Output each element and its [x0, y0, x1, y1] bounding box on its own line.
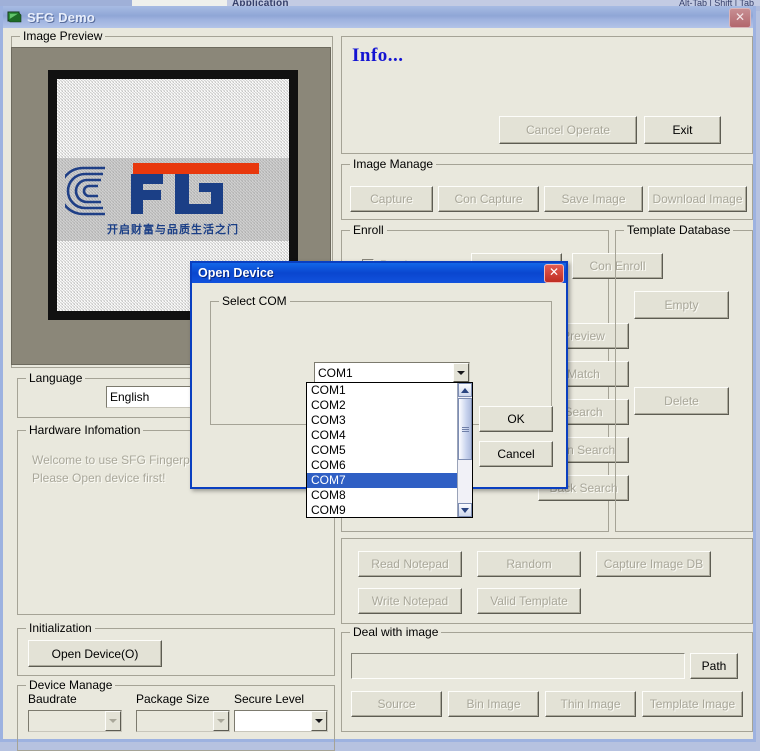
- download-image-button[interactable]: Download Image: [648, 186, 747, 212]
- save-image-button[interactable]: Save Image: [544, 186, 643, 212]
- com-combo-value: COM1: [315, 366, 453, 380]
- info-group: Info... Cancel Operate Exit: [341, 36, 753, 154]
- window-title: SFG Demo: [27, 10, 95, 25]
- delete-button[interactable]: Delete: [634, 387, 729, 415]
- com-option-com2[interactable]: COM2: [307, 398, 457, 413]
- deal-with-image-title: Deal with image: [350, 625, 441, 639]
- baudrate-label: Baudrate: [28, 692, 77, 706]
- chevron-down-icon[interactable]: [105, 711, 121, 731]
- language-title: Language: [26, 371, 85, 385]
- close-icon[interactable]: ✕: [729, 8, 751, 28]
- scrollbar-grip: [462, 427, 469, 432]
- dialog-titlebar[interactable]: Open Device ✕: [192, 263, 566, 283]
- con-capture-button[interactable]: Con Capture: [438, 186, 539, 212]
- secure-level-combo[interactable]: [234, 710, 328, 732]
- read-notepad-button[interactable]: Read Notepad: [358, 551, 462, 577]
- cancel-button[interactable]: Cancel: [479, 441, 553, 467]
- source-button[interactable]: Source: [351, 691, 442, 717]
- hardware-information-title: Hardware Infomation: [26, 423, 143, 437]
- scroll-up-icon[interactable]: [458, 383, 472, 397]
- deal-with-image-group: Deal with image Path Source Bin Image Th…: [341, 632, 753, 732]
- chevron-down-icon[interactable]: [213, 711, 229, 731]
- template-image-button[interactable]: Template Image: [642, 691, 743, 717]
- logo-band: 开启财富与品质生活之门: [57, 158, 289, 241]
- logo-tagline: 开启财富与品质生活之门: [57, 221, 289, 237]
- template-database-title: Template Database: [624, 223, 733, 237]
- com-option-com3[interactable]: COM3: [307, 413, 457, 428]
- enroll-title: Enroll: [350, 223, 387, 237]
- template-database-group: Template Database Empty Delete: [615, 230, 753, 532]
- open-device-button[interactable]: Open Device(O): [28, 640, 162, 667]
- image-preview-title: Image Preview: [20, 29, 105, 43]
- dialog-title: Open Device: [198, 266, 274, 280]
- ok-button[interactable]: OK: [479, 406, 553, 432]
- package-size-combo[interactable]: [136, 710, 230, 732]
- com-option-com7[interactable]: COM7: [307, 473, 457, 488]
- secure-level-label: Secure Level: [234, 692, 304, 706]
- valid-template-button[interactable]: Valid Template: [477, 588, 581, 614]
- com-dropdown-list[interactable]: COM1COM2COM3COM4COM5COM6COM7COM8COM9: [306, 382, 473, 518]
- capture-image-db-button[interactable]: Capture Image DB: [596, 551, 711, 577]
- device-manage-title: Device Manage: [26, 678, 115, 692]
- app-icon: [7, 10, 22, 24]
- device-manage-group: Device Manage Baudrate Package Size Secu…: [17, 685, 335, 751]
- com-option-com6[interactable]: COM6: [307, 458, 457, 473]
- initialization-group: Initialization Open Device(O): [17, 628, 335, 676]
- bin-image-button[interactable]: Bin Image: [448, 691, 539, 717]
- chevron-down-icon[interactable]: [311, 711, 327, 731]
- com-dropdown-items: COM1COM2COM3COM4COM5COM6COM7COM8COM9: [307, 383, 457, 518]
- hardware-line-2: Please Open device first!: [32, 471, 165, 485]
- window-titlebar[interactable]: SFG Demo ✕: [3, 6, 753, 28]
- path-button[interactable]: Path: [690, 653, 738, 679]
- dropdown-scrollbar[interactable]: [457, 383, 472, 517]
- random-button[interactable]: Random: [477, 551, 581, 577]
- scroll-down-icon[interactable]: [458, 503, 472, 517]
- empty-button[interactable]: Empty: [634, 291, 729, 319]
- fingerprint-icon: [65, 164, 127, 218]
- image-manage-group: Image Manage Capture Con Capture Save Im…: [341, 164, 753, 220]
- chevron-down-icon[interactable]: [453, 363, 469, 382]
- write-notepad-button[interactable]: Write Notepad: [358, 588, 462, 614]
- com-option-com8[interactable]: COM8: [307, 488, 457, 503]
- initialization-title: Initialization: [26, 621, 95, 635]
- image-path-input[interactable]: [351, 653, 685, 679]
- image-manage-title: Image Manage: [350, 157, 436, 171]
- com-option-com9[interactable]: COM9: [307, 503, 457, 518]
- thin-image-button[interactable]: Thin Image: [545, 691, 636, 717]
- select-com-title: Select COM: [219, 294, 290, 308]
- logo-sfg-letters: [129, 172, 255, 216]
- baudrate-combo[interactable]: [28, 710, 122, 732]
- exit-button[interactable]: Exit: [644, 116, 721, 144]
- scrollbar-thumb[interactable]: [458, 398, 472, 460]
- com-option-com5[interactable]: COM5: [307, 443, 457, 458]
- com-option-com4[interactable]: COM4: [307, 428, 457, 443]
- capture-button[interactable]: Capture: [350, 186, 433, 212]
- notepad-group: Read Notepad Random Capture Image DB Wri…: [341, 538, 753, 624]
- com-option-com1[interactable]: COM1: [307, 383, 457, 398]
- info-title: Info...: [352, 45, 404, 67]
- dialog-close-icon[interactable]: ✕: [544, 264, 564, 283]
- package-size-label: Package Size: [136, 692, 209, 706]
- cancel-operate-button[interactable]: Cancel Operate: [499, 116, 637, 144]
- com-combo[interactable]: COM1: [314, 362, 470, 383]
